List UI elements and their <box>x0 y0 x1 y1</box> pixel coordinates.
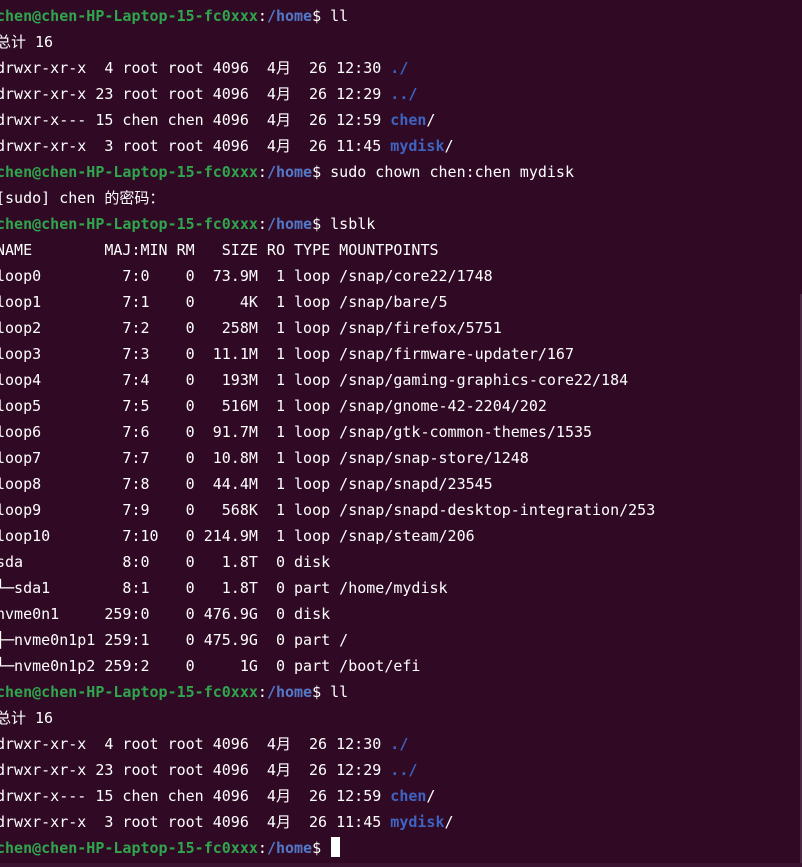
output-text: loop10 7:10 0 214.9M 1 loop /snap/steam/… <box>0 527 475 545</box>
output-line: loop9 7:9 0 568K 1 loop /snap/snapd-desk… <box>0 497 655 523</box>
output-text: loop3 7:3 0 11.1M 1 loop /snap/firmware-… <box>0 345 574 363</box>
output-line: └─nvme0n1p2 259:2 0 1G 0 part /boot/efi <box>0 653 655 679</box>
terminal-window[interactable]: chen@chen-HP-Laptop-15-fc0xxx:/home$ ll 总… <box>0 0 802 867</box>
output-text: drwxr-xr-x 23 root root 4096 4月 26 12:29 <box>0 85 391 103</box>
directory-name: ./ <box>390 735 409 753</box>
terminal-output: chen@chen-HP-Laptop-15-fc0xxx:/home$ ll 总… <box>0 3 655 861</box>
output-text: / <box>426 111 436 129</box>
output-line: loop4 7:4 0 193M 1 loop /snap/gaming-gra… <box>0 367 655 393</box>
prompt-line: chen@chen-HP-Laptop-15-fc0xxx:/home$ <box>0 835 655 861</box>
output-line: sda 8:0 0 1.8T 0 disk <box>0 549 655 575</box>
output-line: loop3 7:3 0 11.1M 1 loop /snap/firmware-… <box>0 341 655 367</box>
output-line: loop6 7:6 0 91.7M 1 loop /snap/gtk-commo… <box>0 419 655 445</box>
output-text: drwxr-x--- 15 chen chen 4096 4月 26 12:59 <box>0 787 391 805</box>
output-text: loop4 7:4 0 193M 1 loop /snap/gaming-gra… <box>0 371 629 389</box>
output-line: loop1 7:1 0 4K 1 loop /snap/bare/5 <box>0 289 655 315</box>
output-text: / <box>426 787 436 805</box>
prompt-user-host: chen@chen-HP-Laptop-15-fc0xxx <box>0 163 258 181</box>
prompt-line: chen@chen-HP-Laptop-15-fc0xxx:/home$ ll <box>0 3 655 29</box>
output-text: $ ll <box>312 683 349 701</box>
output-text: drwxr-xr-x 4 root root 4096 4月 26 12:30 <box>0 735 391 753</box>
prompt-user-host: chen@chen-HP-Laptop-15-fc0xxx <box>0 215 258 233</box>
prompt-user-host: chen@chen-HP-Laptop-15-fc0xxx <box>0 839 258 857</box>
prompt-line: chen@chen-HP-Laptop-15-fc0xxx:/home$ lsb… <box>0 211 655 237</box>
prompt-line: chen@chen-HP-Laptop-15-fc0xxx:/home$ sud… <box>0 159 655 185</box>
output-text: loop0 7:0 0 73.9M 1 loop /snap/core22/17… <box>0 267 493 285</box>
output-text: └─sda1 8:1 0 1.8T 0 part /home/mydisk <box>0 579 448 597</box>
output-line: drwxr-xr-x 4 root root 4096 4月 26 12:30 … <box>0 731 655 757</box>
directory-name: mydisk <box>390 813 445 831</box>
prompt-path: /home <box>266 7 313 25</box>
output-line: loop5 7:5 0 516M 1 loop /snap/gnome-42-2… <box>0 393 655 419</box>
directory-name: ../ <box>390 761 418 779</box>
output-line: NAME MAJ:MIN RM SIZE RO TYPE MOUNTPOINTS <box>0 237 655 263</box>
output-text: / <box>444 813 454 831</box>
output-line: └─sda1 8:1 0 1.8T 0 part /home/mydisk <box>0 575 655 601</box>
output-line: loop8 7:8 0 44.4M 1 loop /snap/snapd/235… <box>0 471 655 497</box>
output-line: loop0 7:0 0 73.9M 1 loop /snap/core22/17… <box>0 263 655 289</box>
output-line: loop10 7:10 0 214.9M 1 loop /snap/steam/… <box>0 523 655 549</box>
output-text: ├─nvme0n1p1 259:1 0 475.9G 0 part / <box>0 631 349 649</box>
output-text: └─nvme0n1p2 259:2 0 1G 0 part /boot/efi <box>0 657 421 675</box>
output-text: [sudo] chen 的密码： <box>0 189 165 207</box>
directory-name: ./ <box>390 59 409 77</box>
prompt-path: /home <box>266 839 313 857</box>
output-line: [sudo] chen 的密码： <box>0 185 655 211</box>
output-text: drwxr-xr-x 23 root root 4096 4月 26 12:29 <box>0 761 391 779</box>
output-text: $ lsblk <box>312 215 376 233</box>
output-text: drwxr-xr-x 4 root root 4096 4月 26 12:30 <box>0 59 391 77</box>
output-text: $ ll <box>312 7 349 25</box>
output-text: loop7 7:7 0 10.8M 1 loop /snap/snap-stor… <box>0 449 529 467</box>
directory-name: chen <box>390 111 427 129</box>
output-line: ├─nvme0n1p1 259:1 0 475.9G 0 part / <box>0 627 655 653</box>
prompt-path: /home <box>266 215 313 233</box>
output-text: loop9 7:9 0 568K 1 loop /snap/snapd-desk… <box>0 501 656 519</box>
output-line: drwxr-xr-x 3 root root 4096 4月 26 11:45 … <box>0 133 655 159</box>
output-text: : <box>257 7 267 25</box>
output-line: drwxr-xr-x 3 root root 4096 4月 26 11:45 … <box>0 809 655 835</box>
output-text: loop5 7:5 0 516M 1 loop /snap/gnome-42-2… <box>0 397 547 415</box>
output-text: / <box>444 137 454 155</box>
output-text: 总计 16 <box>0 33 54 51</box>
output-line: loop2 7:2 0 258M 1 loop /snap/firefox/57… <box>0 315 655 341</box>
output-text: $ <box>312 839 331 857</box>
prompt-path: /home <box>266 683 313 701</box>
output-text: NAME MAJ:MIN RM SIZE RO TYPE MOUNTPOINTS <box>0 241 439 259</box>
output-line: 总计 16 <box>0 705 655 731</box>
output-text: drwxr-xr-x 3 root root 4096 4月 26 11:45 <box>0 137 391 155</box>
prompt-line: chen@chen-HP-Laptop-15-fc0xxx:/home$ ll <box>0 679 655 705</box>
text-cursor[interactable] <box>331 837 341 857</box>
output-text: sda 8:0 0 1.8T 0 disk <box>0 553 331 571</box>
output-line: drwxr-x--- 15 chen chen 4096 4月 26 12:59… <box>0 783 655 809</box>
output-text: : <box>257 683 267 701</box>
output-line: 总计 16 <box>0 29 655 55</box>
directory-name: chen <box>390 787 427 805</box>
output-text: loop2 7:2 0 258M 1 loop /snap/firefox/57… <box>0 319 502 337</box>
directory-name: ../ <box>390 85 418 103</box>
prompt-user-host: chen@chen-HP-Laptop-15-fc0xxx <box>0 683 258 701</box>
output-text: : <box>257 215 267 233</box>
output-text: drwxr-x--- 15 chen chen 4096 4月 26 12:59 <box>0 111 391 129</box>
output-text: 总计 16 <box>0 709 54 727</box>
output-line: nvme0n1 259:0 0 476.9G 0 disk <box>0 601 655 627</box>
output-text: drwxr-xr-x 3 root root 4096 4月 26 11:45 <box>0 813 391 831</box>
output-text: loop1 7:1 0 4K 1 loop /snap/bare/5 <box>0 293 448 311</box>
output-line: loop7 7:7 0 10.8M 1 loop /snap/snap-stor… <box>0 445 655 471</box>
output-text: loop8 7:8 0 44.4M 1 loop /snap/snapd/235… <box>0 475 493 493</box>
output-line: drwxr-xr-x 23 root root 4096 4月 26 12:29… <box>0 757 655 783</box>
output-text: loop6 7:6 0 91.7M 1 loop /snap/gtk-commo… <box>0 423 593 441</box>
output-line: drwxr-x--- 15 chen chen 4096 4月 26 12:59… <box>0 107 655 133</box>
output-text: $ sudo chown chen:chen mydisk <box>312 163 574 181</box>
window-bottom-edge <box>0 863 802 867</box>
output-text: nvme0n1 259:0 0 476.9G 0 disk <box>0 605 331 623</box>
output-line: drwxr-xr-x 4 root root 4096 4月 26 12:30 … <box>0 55 655 81</box>
output-text: : <box>257 163 267 181</box>
prompt-user-host: chen@chen-HP-Laptop-15-fc0xxx <box>0 7 258 25</box>
output-line: drwxr-xr-x 23 root root 4096 4月 26 12:29… <box>0 81 655 107</box>
prompt-path: /home <box>266 163 313 181</box>
directory-name: mydisk <box>390 137 445 155</box>
output-text: : <box>257 839 267 857</box>
